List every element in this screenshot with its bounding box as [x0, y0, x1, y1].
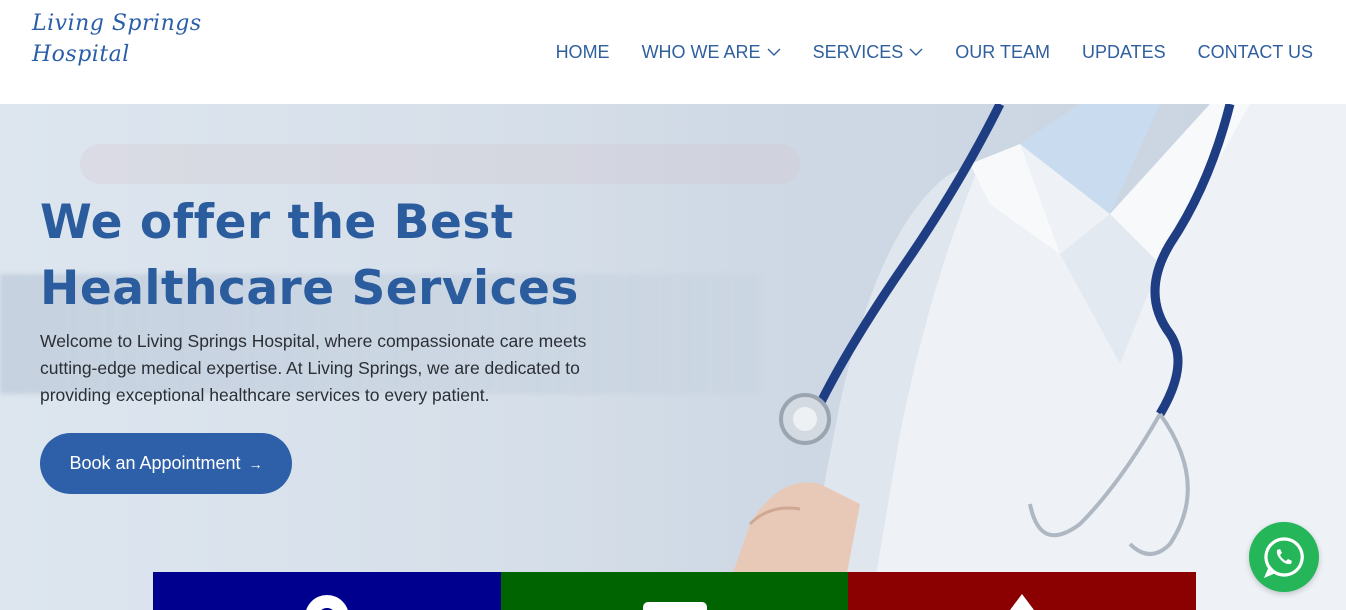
nav-contact-us[interactable]: CONTACT US	[1198, 42, 1313, 63]
whatsapp-button[interactable]	[1249, 522, 1319, 592]
hero-description: Welcome to Living Springs Hospital, wher…	[40, 331, 587, 405]
chevron-down-icon	[767, 48, 781, 56]
chevron-down-icon	[909, 48, 923, 56]
nav-our-team-label: OUR TEAM	[955, 41, 1050, 62]
nav-home[interactable]: HOME	[556, 42, 610, 63]
location-pin-icon	[306, 595, 348, 610]
nav-services[interactable]: SERVICES	[813, 42, 924, 63]
main-nav: HOME WHO WE ARE SERVICES OUR TEAM UPDATE…	[524, 0, 1313, 104]
logo-line-2: Hospital	[32, 42, 130, 68]
hero-section: We offer the Best Healthcare Services We…	[0, 104, 1346, 610]
nav-contact-us-label: CONTACT US	[1197, 41, 1313, 62]
doctor-image	[720, 104, 1346, 610]
whatsapp-icon	[1263, 537, 1304, 579]
feature-box-phone[interactable]	[848, 572, 1196, 610]
phone-icon	[1010, 594, 1034, 610]
hero-title: We offer the Best Healthcare Services	[40, 190, 680, 322]
hero-title-line-1: We offer the Best	[40, 195, 514, 250]
book-appointment-button[interactable]: Book an Appointment →	[40, 433, 292, 494]
logo-line-1: Living Springs	[32, 11, 202, 36]
nav-updates-label: UPDATES	[1081, 41, 1166, 62]
feature-box-email[interactable]	[501, 572, 848, 610]
book-appointment-label: Book an Appointment	[69, 453, 241, 473]
envelope-icon	[642, 602, 707, 610]
nav-who-we-are-label: WHO WE ARE	[641, 41, 761, 62]
feature-box-location[interactable]	[153, 572, 501, 610]
nav-updates[interactable]: UPDATES	[1082, 42, 1166, 63]
nav-who-we-are[interactable]: WHO WE ARE	[642, 42, 781, 63]
nav-home-label: HOME	[555, 41, 610, 62]
site-header: Living Springs Hospital HOME WHO WE ARE …	[0, 0, 1346, 104]
arrow-right-icon: →	[248, 455, 263, 472]
site-logo[interactable]: Living Springs Hospital	[32, 12, 202, 66]
hero-title-line-2: Healthcare Services	[40, 261, 579, 316]
nav-our-team[interactable]: OUR TEAM	[955, 42, 1050, 63]
nav-services-label: SERVICES	[812, 41, 904, 62]
